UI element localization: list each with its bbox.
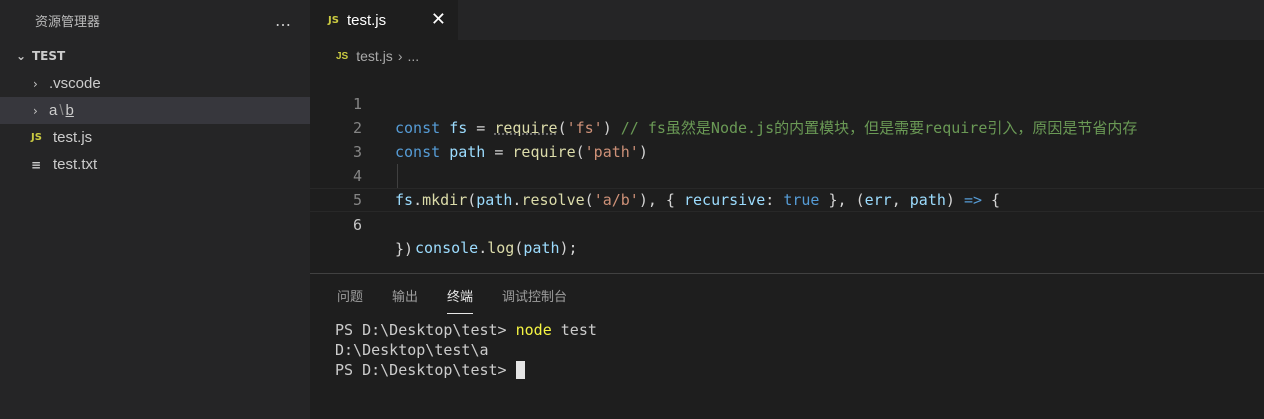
tab-debug-console[interactable]: 调试控制台 (502, 274, 567, 316)
tab-label: test.js (346, 11, 387, 29)
js-file-icon: JS (328, 14, 339, 26)
terminal-cursor (515, 361, 525, 379)
code-line: 2 const path = require('path') (310, 92, 1264, 161)
editor-tab-bar: JS test.js ✕ (310, 0, 1264, 40)
tree-item-label: .vscode (49, 75, 101, 92)
terminal-line: D:\Desktop\test\a (335, 341, 489, 359)
tree-item-a-b[interactable]: › a \ b (0, 97, 310, 124)
tab-output[interactable]: 输出 (392, 274, 418, 316)
text-file-icon: ≡ (31, 157, 42, 172)
tab-problems[interactable]: 问题 (337, 274, 363, 316)
terminal-line: PS D:\Desktop\test> (335, 360, 597, 380)
chevron-down-icon: ⌄ (16, 49, 27, 63)
chevron-right-icon: › (33, 103, 38, 118)
panel-tab-bar: 问题 输出 终端 调试控制台 (337, 274, 596, 316)
close-icon[interactable]: ✕ (431, 9, 446, 30)
terminal-line: PS D:\Desktop\test> node test (335, 321, 597, 339)
code-line: 5 console.log(path); (310, 164, 1264, 257)
js-file-icon: JS (336, 50, 349, 62)
tree-item-label: test.txt (53, 156, 98, 173)
terminal-output[interactable]: PS D:\Desktop\test> node test D:\Desktop… (335, 320, 597, 380)
explorer-title: 资源管理器 (35, 14, 101, 30)
workspace-section-header[interactable]: ⌄ TEST (0, 42, 310, 70)
workspace-name: TEST (32, 49, 66, 63)
tree-item-label: test.js (53, 129, 93, 146)
tab-test-js[interactable]: JS test.js ✕ (310, 0, 458, 40)
tab-terminal[interactable]: 终端 (447, 274, 474, 316)
tree-item-label: a \ b (49, 102, 74, 119)
code-line: 3 (310, 116, 1264, 161)
breadcrumb-file[interactable]: test.js (356, 48, 393, 64)
code-editor[interactable]: 1 const fs = require('fs') // fs虽然是Node.… (310, 68, 1264, 268)
indent-guide (397, 164, 398, 188)
code-line: 4 fs.mkdir(path.resolve('a/b'), { recurs… (310, 140, 1264, 209)
code-line-current: 6 }) (310, 188, 1264, 258)
more-actions-icon[interactable]: … (275, 11, 292, 30)
breadcrumb-separator-icon: › (397, 48, 403, 64)
breadcrumb: JS test.js › ... (336, 45, 419, 67)
tree-item-test-js[interactable]: JS test.js (0, 124, 310, 151)
js-file-icon: JS (31, 132, 42, 143)
code-line: 1 const fs = require('fs') // fs虽然是Node.… (310, 68, 1264, 137)
tree-item-vscode[interactable]: › .vscode (0, 70, 310, 97)
explorer-sidebar: 资源管理器 … ⌄ TEST › .vscode › a \ b JS test.j… (0, 0, 310, 419)
explorer-header: 资源管理器 … (0, 0, 310, 40)
bottom-panel: 问题 输出 终端 调试控制台 PS D:\Desktop\test> node … (310, 273, 1264, 419)
chevron-right-icon: › (33, 76, 38, 91)
breadcrumb-symbols[interactable]: ... (407, 48, 419, 64)
line-number: 6 (352, 216, 362, 234)
tree-item-test-txt[interactable]: ≡ test.txt (0, 151, 310, 178)
